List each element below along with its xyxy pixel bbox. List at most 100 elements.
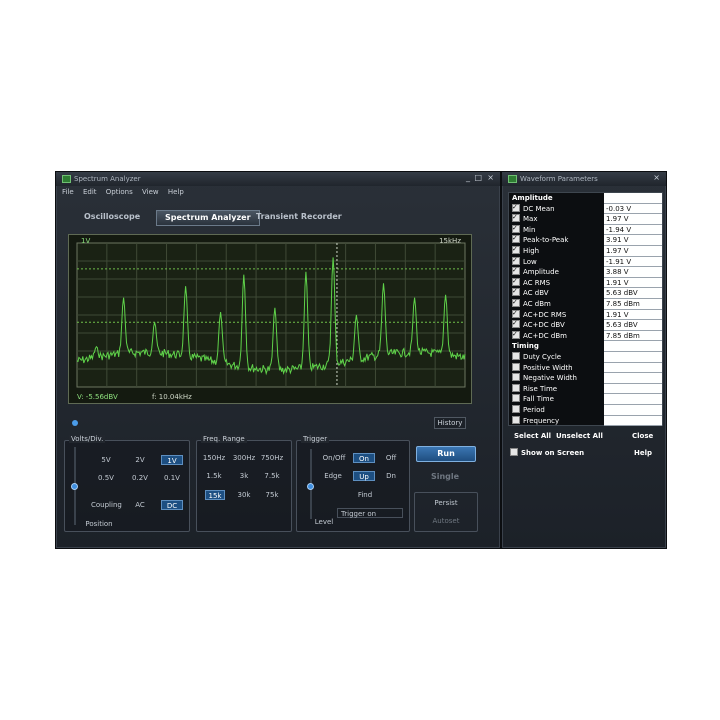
run-button[interactable]: Run bbox=[416, 446, 476, 462]
param-checkbox[interactable] bbox=[512, 212, 520, 223]
trigger-on[interactable]: On bbox=[353, 453, 375, 463]
volts-5v[interactable]: 5V bbox=[95, 455, 117, 465]
freq-30k[interactable]: 30k bbox=[233, 490, 255, 500]
volts-0.1v[interactable]: 0.1V bbox=[161, 473, 183, 483]
param-checkbox[interactable] bbox=[512, 308, 520, 318]
tab-transient-recorder[interactable]: Transient Recorder bbox=[248, 210, 350, 224]
history-button[interactable]: History bbox=[434, 417, 466, 429]
minimize-button[interactable]: _ bbox=[466, 172, 470, 184]
tab-oscilloscope[interactable]: Oscilloscope bbox=[76, 210, 148, 224]
param-row[interactable]: Period bbox=[509, 405, 662, 416]
param-row[interactable]: Rise Time bbox=[509, 383, 662, 395]
param-row[interactable]: Amplitude 3.88 V bbox=[509, 265, 662, 278]
param-row[interactable]: Frequency bbox=[509, 415, 662, 427]
param-row[interactable]: Max 1.97 V bbox=[509, 212, 662, 225]
close-button[interactable]: × bbox=[487, 172, 494, 184]
freq-150hz[interactable]: 150Hz bbox=[201, 453, 227, 463]
freq-750hz[interactable]: 750Hz bbox=[259, 453, 285, 463]
param-row[interactable]: Min -1.94 V bbox=[509, 223, 662, 236]
param-row[interactable]: Low -1.91 V bbox=[509, 255, 662, 268]
volts-0.5v[interactable]: 0.5V bbox=[95, 473, 117, 483]
volts-1v[interactable]: 1V bbox=[161, 455, 183, 465]
param-checkbox[interactable] bbox=[512, 276, 520, 286]
param-row[interactable]: AC dBm 7.85 dBm bbox=[509, 297, 662, 310]
param-row[interactable]: AC+DC dBm 7.85 dBm bbox=[509, 329, 662, 342]
coupling-dc[interactable]: DC bbox=[161, 500, 183, 510]
spectrum-display[interactable]: 1V 15kHz V: -5.56dBV f: 10.04kHz bbox=[68, 234, 472, 404]
position-slider-knob[interactable] bbox=[71, 483, 78, 490]
param-checkbox[interactable] bbox=[512, 373, 520, 382]
param-checkbox[interactable] bbox=[512, 244, 520, 255]
maximize-button[interactable]: □ bbox=[474, 172, 482, 184]
param-checkbox[interactable] bbox=[512, 223, 520, 233]
params-close-icon[interactable]: × bbox=[653, 172, 660, 184]
freq-15k[interactable]: 15k bbox=[205, 490, 225, 500]
param-name: Duty Cycle bbox=[523, 353, 562, 361]
param-checkbox[interactable] bbox=[512, 415, 520, 424]
volts-2v[interactable]: 2V bbox=[129, 455, 151, 465]
freq-7.5k[interactable]: 7.5k bbox=[261, 471, 283, 481]
unselect-all-button[interactable]: Unselect All bbox=[556, 432, 603, 440]
autoset-button[interactable]: Autoset bbox=[415, 516, 477, 526]
trigger-edge-dn[interactable]: Dn bbox=[381, 471, 401, 481]
single-button[interactable]: Single bbox=[416, 470, 474, 484]
menu-options[interactable]: Options bbox=[106, 188, 133, 196]
param-checkbox[interactable] bbox=[512, 255, 520, 265]
param-checkbox[interactable] bbox=[512, 233, 520, 244]
coupling-ac[interactable]: AC bbox=[129, 500, 151, 510]
freq-3k[interactable]: 3k bbox=[233, 471, 255, 481]
param-row[interactable]: Duty Cycle bbox=[509, 352, 662, 363]
param-row[interactable]: AC RMS 1.91 V bbox=[509, 276, 662, 289]
param-checkbox[interactable] bbox=[512, 394, 520, 403]
param-checkbox[interactable] bbox=[512, 286, 520, 297]
trigger-off[interactable]: Off bbox=[381, 453, 401, 463]
param-name: AC dBm bbox=[523, 300, 551, 308]
volts-0.2v[interactable]: 0.2V bbox=[129, 473, 151, 483]
level-slider-knob[interactable] bbox=[307, 483, 314, 490]
persist-button[interactable]: Persist bbox=[415, 498, 477, 508]
trigger-find-button[interactable]: Find bbox=[353, 490, 377, 500]
param-checkbox[interactable] bbox=[512, 352, 520, 360]
menu-view[interactable]: View bbox=[142, 188, 159, 196]
select-all-button[interactable]: Select All bbox=[514, 432, 551, 440]
trigger-level-label: Level bbox=[314, 518, 334, 526]
param-row[interactable]: DC Mean -0.03 V bbox=[509, 202, 662, 215]
param-name: Negative Width bbox=[523, 374, 577, 383]
param-checkbox[interactable] bbox=[512, 202, 520, 212]
param-value: 1.91 V bbox=[604, 277, 662, 289]
params-help-button[interactable]: Help bbox=[634, 449, 652, 457]
freq-75k[interactable]: 75k bbox=[261, 490, 283, 500]
show-on-screen-toggle[interactable]: Show on Screen bbox=[510, 448, 584, 457]
freq-1.5k[interactable]: 1.5k bbox=[203, 471, 225, 481]
title-bar: Spectrum Analyzer _ □ × bbox=[56, 172, 500, 186]
menu-help[interactable]: Help bbox=[168, 188, 184, 196]
param-row[interactable]: High 1.97 V bbox=[509, 244, 662, 257]
params-window-title: Waveform Parameters bbox=[520, 175, 598, 183]
param-label: AC+DC dBV bbox=[512, 318, 565, 331]
params-close-button[interactable]: Close bbox=[632, 432, 653, 440]
param-name: Rise Time bbox=[523, 384, 558, 393]
param-name: Min bbox=[523, 225, 536, 234]
param-row[interactable]: Positive Width bbox=[509, 362, 662, 374]
param-checkbox[interactable] bbox=[512, 318, 520, 329]
show-on-screen-checkbox[interactable] bbox=[510, 448, 518, 456]
param-row[interactable]: AC dBV 5.63 dBV bbox=[509, 286, 662, 299]
param-row[interactable]: Peak-to-Peak 3.91 V bbox=[509, 233, 662, 246]
param-checkbox[interactable] bbox=[512, 265, 520, 276]
param-checkbox[interactable] bbox=[512, 383, 520, 392]
freq-300hz[interactable]: 300Hz bbox=[231, 453, 257, 463]
menu-file[interactable]: File bbox=[62, 188, 74, 196]
param-checkbox[interactable] bbox=[512, 405, 520, 413]
param-row[interactable]: AC+DC dBV 5.63 dBV bbox=[509, 318, 662, 331]
tab-spectrum-analyzer[interactable]: Spectrum Analyzer bbox=[156, 210, 260, 226]
param-row[interactable]: Negative Width bbox=[509, 373, 662, 384]
marker-knob[interactable] bbox=[72, 420, 78, 426]
menu-edit[interactable]: Edit bbox=[83, 188, 97, 196]
param-checkbox[interactable] bbox=[512, 297, 520, 308]
param-checkbox[interactable] bbox=[512, 362, 520, 371]
param-value: 7.85 dBm bbox=[604, 330, 662, 342]
param-row[interactable]: Fall Time bbox=[509, 394, 662, 405]
trigger-edge-up[interactable]: Up bbox=[353, 471, 375, 481]
param-checkbox[interactable] bbox=[512, 329, 520, 339]
param-row[interactable]: AC+DC RMS 1.91 V bbox=[509, 308, 662, 321]
